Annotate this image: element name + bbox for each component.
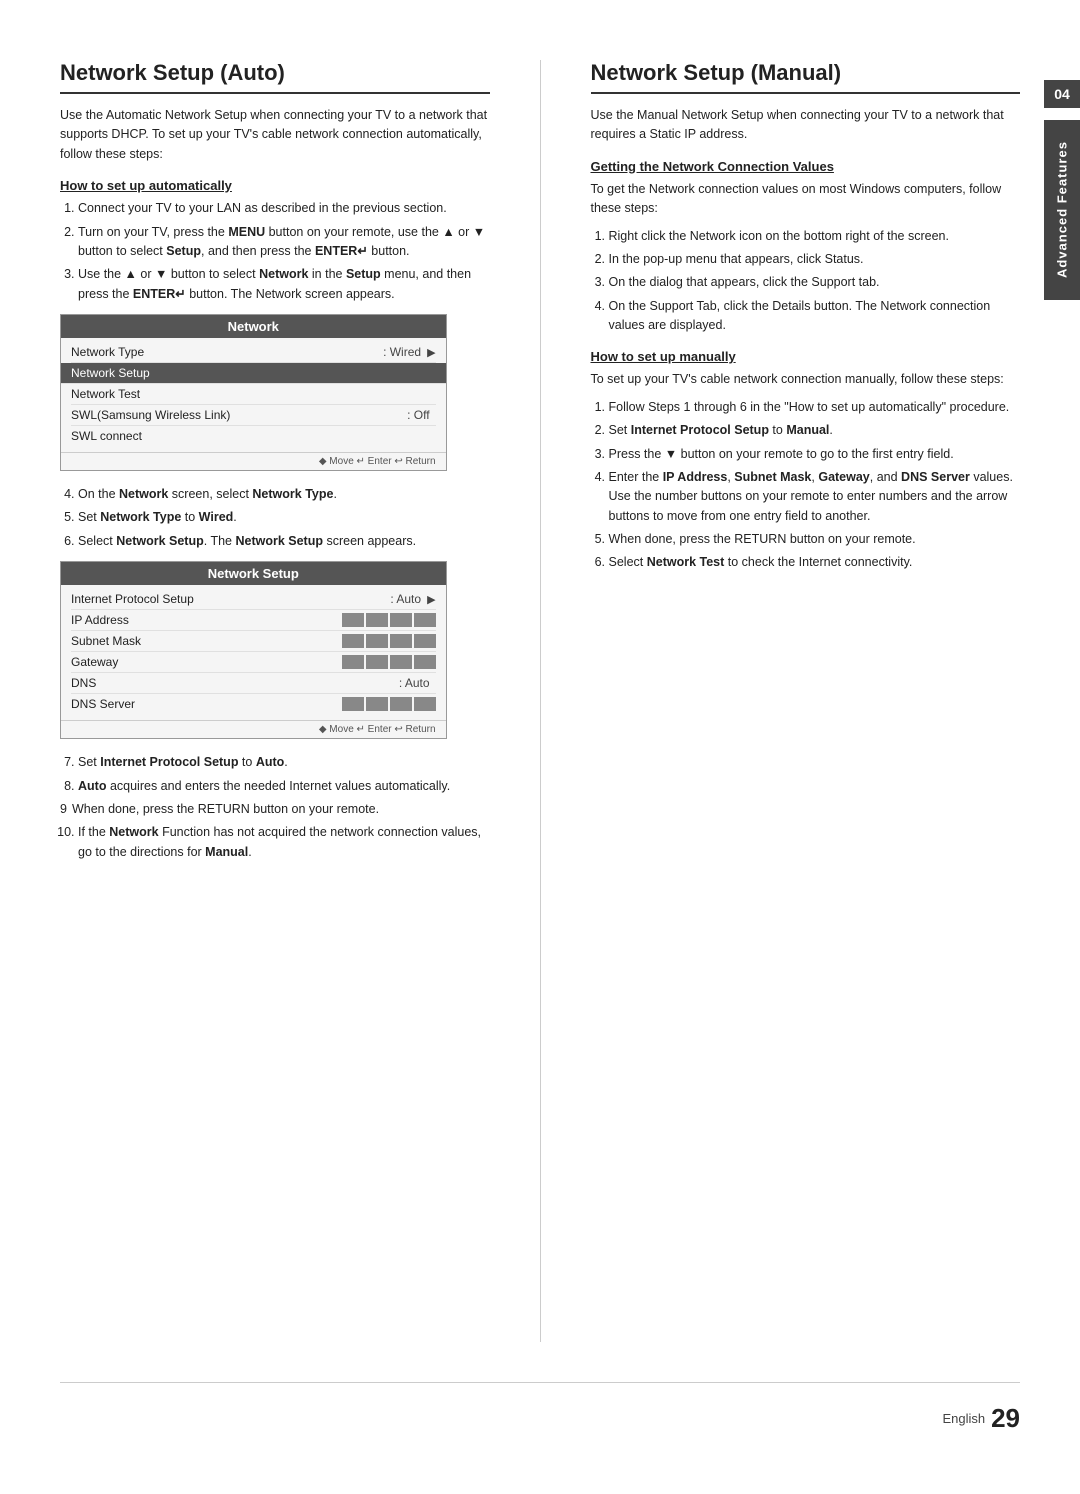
menu-row-swl: SWL(Samsung Wireless Link) : Off (71, 405, 436, 426)
left-intro: Use the Automatic Network Setup when con… (60, 106, 490, 164)
list-item: If the Network Function has not acquired… (78, 823, 490, 862)
left-steps-list-2: On the Network screen, select Network Ty… (60, 485, 490, 551)
network-menu-box: Network Network Type : Wired ▶ Network S… (60, 314, 447, 471)
list-item: Select Network Setup. The Network Setup … (78, 532, 490, 551)
menu-row-subnet-mask: Subnet Mask (71, 631, 436, 652)
menu-row-dns: DNS : Auto (71, 673, 436, 694)
menu-row-dns-server: DNS Server (71, 694, 436, 714)
network-menu-footer: ◆ Move ↵ Enter ↩ Return (61, 452, 446, 470)
right-subsection2-title: How to set up manually (591, 349, 1021, 364)
list-item: Auto acquires and enters the needed Inte… (78, 777, 490, 796)
left-subsection-title: How to set up automatically (60, 178, 490, 193)
left-steps-list: Connect your TV to your LAN as described… (60, 199, 490, 304)
right-section-title: Network Setup (Manual) (591, 60, 1021, 94)
left-section-title: Network Setup (Auto) (60, 60, 490, 94)
right-subsection1-title: Getting the Network Connection Values (591, 159, 1021, 174)
page-container: 04 Advanced Features Network Setup (Auto… (0, 0, 1080, 1494)
menu-row-network-type: Network Type : Wired ▶ (71, 342, 436, 363)
list-item: Follow Steps 1 through 6 in the "How to … (609, 398, 1021, 417)
content-area: Network Setup (Auto) Use the Automatic N… (60, 60, 1020, 1342)
left-column: Network Setup (Auto) Use the Automatic N… (60, 60, 490, 1342)
column-divider (540, 60, 541, 1342)
list-item: On the Support Tab, click the Details bu… (609, 297, 1021, 336)
right-steps-list-2: Follow Steps 1 through 6 in the "How to … (591, 398, 1021, 573)
subnet-mask-boxes (342, 634, 436, 648)
gateway-boxes (342, 655, 436, 669)
ip-address-boxes (342, 613, 436, 627)
list-item: In the pop-up menu that appears, click S… (609, 250, 1021, 269)
list-item: Connect your TV to your LAN as described… (78, 199, 490, 218)
footer-text: English (942, 1411, 985, 1426)
network-menu-header: Network (61, 315, 446, 338)
network-menu-body: Network Type : Wired ▶ Network Setup Net… (61, 338, 446, 452)
right-steps-list-1: Right click the Network icon on the bott… (591, 227, 1021, 336)
right-subsection1-intro: To get the Network connection values on … (591, 180, 1021, 219)
list-item: Turn on your TV, press the MENU button o… (78, 223, 490, 262)
menu-row-network-test: Network Test (71, 384, 436, 405)
right-intro: Use the Manual Network Setup when connec… (591, 106, 1021, 145)
footer-page-number: 29 (991, 1403, 1020, 1434)
left-steps-list-3: Set Internet Protocol Setup to Auto. Aut… (60, 753, 490, 862)
list-item: Set Network Type to Wired. (78, 508, 490, 527)
list-item: Use the ▲ or ▼ button to select Network … (78, 265, 490, 304)
list-item: Right click the Network icon on the bott… (609, 227, 1021, 246)
list-item: On the dialog that appears, click the Su… (609, 273, 1021, 292)
menu-row-swl-connect: SWL connect (71, 426, 436, 446)
right-column: Network Setup (Manual) Use the Manual Ne… (591, 60, 1021, 1342)
network-setup-menu-footer: ◆ Move ↵ Enter ↩ Return (61, 720, 446, 738)
sidebar-chapter-number: 04 (1044, 80, 1080, 108)
menu-row-ip-setup: Internet Protocol Setup : Auto ▶ (71, 589, 436, 610)
list-item: When done, press the RETURN button on yo… (609, 530, 1021, 549)
network-setup-menu-box: Network Setup Internet Protocol Setup : … (60, 561, 447, 739)
list-item: Set Internet Protocol Setup to Manual. (609, 421, 1021, 440)
right-subsection2-intro: To set up your TV's cable network connec… (591, 370, 1021, 389)
list-item: 9When done, press the RETURN button on y… (60, 800, 490, 819)
list-item: Select Network Test to check the Interne… (609, 553, 1021, 572)
page-footer: English 29 (60, 1382, 1020, 1434)
list-item: On the Network screen, select Network Ty… (78, 485, 490, 504)
network-setup-menu-body: Internet Protocol Setup : Auto ▶ IP Addr… (61, 585, 446, 720)
dns-server-boxes (342, 697, 436, 711)
list-item: Set Internet Protocol Setup to Auto. (78, 753, 490, 772)
network-setup-menu-header: Network Setup (61, 562, 446, 585)
menu-row-ip-address: IP Address (71, 610, 436, 631)
menu-row-network-setup: Network Setup (61, 363, 446, 384)
menu-row-gateway: Gateway (71, 652, 436, 673)
list-item: Enter the IP Address, Subnet Mask, Gatew… (609, 468, 1021, 526)
sidebar-chapter-label: Advanced Features (1044, 120, 1080, 300)
list-item: Press the ▼ button on your remote to go … (609, 445, 1021, 464)
